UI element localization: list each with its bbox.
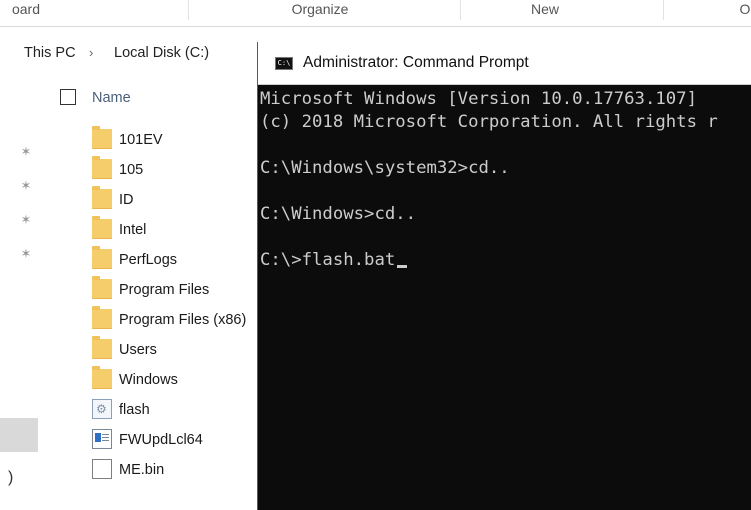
list-item[interactable]: Program Files (90, 275, 260, 305)
pin-icon[interactable]: ✶ (18, 212, 34, 228)
terminal-line: (c) 2018 Microsoft Corporation. All righ… (260, 112, 718, 132)
ribbon-divider (663, 0, 664, 20)
folder-icon (92, 306, 112, 329)
folder-icon (92, 126, 112, 149)
terminal-output[interactable]: Microsoft Windows [Version 10.0.17763.10… (260, 88, 718, 270)
pin-icon[interactable]: ✶ (18, 144, 34, 160)
window-title: Administrator: Command Prompt (303, 54, 529, 71)
folder-icon (92, 186, 112, 209)
folder-icon (92, 366, 112, 389)
column-header-name[interactable]: Name (92, 86, 131, 110)
list-item-label: 105 (119, 162, 144, 178)
terminal-line: C:\Windows\system32>cd.. (260, 158, 510, 178)
ribbon-divider (188, 0, 189, 20)
terminal-line: Microsoft Windows [Version 10.0.17763.10… (260, 89, 697, 109)
nav-pane-partial-label: ) (8, 469, 14, 486)
folder-icon (92, 336, 112, 359)
list-item[interactable]: FWUpdLcl64 (90, 425, 260, 455)
list-item-label: Program Files (x86) (119, 312, 247, 328)
text-cursor (397, 265, 408, 268)
breadcrumb-local-disk[interactable]: Local Disk (C:) (114, 38, 209, 68)
list-item[interactable]: PerfLogs (90, 245, 260, 275)
list-item-label: PerfLogs (119, 252, 178, 268)
list-item[interactable]: Windows (90, 365, 260, 395)
list-item[interactable]: Users (90, 335, 260, 365)
ribbon-group-open: O (739, 1, 751, 17)
ribbon-group-new: New (530, 1, 559, 17)
batch-file-icon (92, 399, 112, 419)
nav-pane-selected-item[interactable] (0, 418, 38, 452)
list-item-label: ME.bin (119, 462, 165, 478)
terminal-line: C:\>flash.bat (260, 250, 396, 270)
command-prompt-title-bar[interactable]: C:\ Administrator: Command Prompt (258, 42, 751, 85)
ribbon-group-clipboard: oard (11, 1, 41, 17)
terminal-prompt-line[interactable]: C:\>flash.bat (260, 249, 408, 272)
list-item-label: Program Files (119, 282, 210, 298)
command-prompt-icon: C:\ (275, 57, 293, 70)
list-item-label: flash (119, 402, 150, 418)
terminal-line: C:\Windows>cd.. (260, 204, 417, 224)
folder-icon (92, 216, 112, 239)
list-item[interactable]: Program Files (x86) (90, 305, 260, 335)
ribbon-group-organize: Organize (291, 1, 349, 17)
list-item[interactable]: 101EV (90, 125, 260, 155)
chevron-right-icon[interactable]: › (89, 38, 93, 68)
command-prompt-window[interactable]: C:\ Administrator: Command Prompt Micros… (257, 42, 751, 510)
list-item[interactable]: Intel (90, 215, 260, 245)
executable-icon (92, 429, 112, 449)
list-item[interactable]: ID (90, 185, 260, 215)
list-item-label: ID (119, 192, 134, 208)
pin-icon[interactable]: ✶ (18, 246, 34, 262)
list-item-label: Intel (119, 222, 147, 238)
breadcrumb-this-pc[interactable]: This PC (24, 38, 76, 68)
list-item[interactable]: 105 (90, 155, 260, 185)
folder-icon (92, 276, 112, 299)
list-item[interactable]: flash (90, 395, 260, 425)
list-item[interactable]: ME.bin (90, 455, 260, 485)
list-item-label: FWUpdLcl64 (119, 432, 203, 448)
folder-icon (92, 246, 112, 269)
file-icon (92, 459, 112, 479)
list-item-label: Users (119, 342, 157, 358)
folder-icon (92, 156, 112, 179)
list-item-label: Windows (119, 372, 178, 388)
list-item-label: 101EV (119, 132, 163, 148)
ribbon-group-labels: oard Organize New O (0, 0, 751, 27)
select-all-checkbox[interactable] (60, 89, 76, 105)
pin-icon[interactable]: ✶ (18, 178, 34, 194)
ribbon-divider (460, 0, 461, 20)
